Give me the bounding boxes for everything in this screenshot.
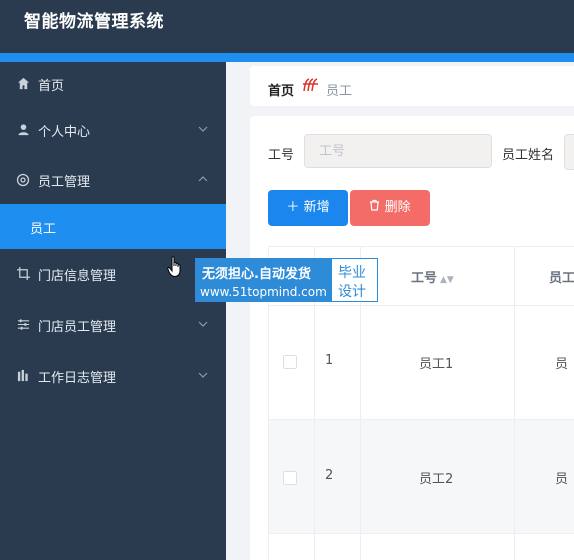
employee-no-input[interactable]: 工号 (304, 134, 492, 168)
accent-bar (0, 53, 574, 62)
add-button[interactable]: ＋ 新增 (268, 190, 348, 226)
table-row[interactable] (268, 534, 574, 560)
index-cell (315, 534, 361, 560)
row-index: 2 (325, 468, 334, 483)
sidebar-item-store-info[interactable]: 门店信息管理 (0, 252, 226, 298)
header-employee-name: 员工 (549, 271, 574, 286)
row-employee-name: 员 (555, 472, 569, 487)
delete-button[interactable]: 删除 (350, 190, 430, 226)
plus-icon: ＋ (286, 200, 300, 215)
sidebar-item-label: 员工 (30, 222, 57, 237)
select-cell (269, 420, 315, 533)
breadcrumb: 首页 员工 (250, 66, 574, 106)
breadcrumb-separator-icon (302, 78, 320, 96)
main-content: 首页 员工 工号 工号 员工姓名 ＋ 新增 删除 工号 ▲▼ 员工 1 员工1 … (226, 62, 574, 560)
sidebar-item-work-log[interactable]: 工作日志管理 (0, 354, 226, 400)
row-checkbox[interactable] (283, 471, 297, 485)
index-cell (315, 306, 361, 419)
watermark-slogan: 无须担心.自动发货 (202, 267, 311, 282)
sidebar-item-label: 首页 (38, 79, 65, 94)
delete-button-label: 删除 (384, 200, 411, 215)
settings-icon (16, 173, 30, 187)
header-employee-name-cell[interactable]: 员工 (515, 247, 574, 305)
add-button-label: 新增 (303, 200, 330, 215)
header-employee-no: 工号 ▲▼ (411, 271, 454, 286)
row-index: 1 (325, 353, 334, 368)
user-icon (16, 123, 30, 137)
sliders-icon (16, 318, 30, 332)
row-employee-name: 员 (555, 357, 569, 372)
sidebar-item-label: 个人中心 (38, 125, 91, 140)
top-header: 智能物流管理系统 (0, 0, 574, 53)
employee-list-card: 工号 工号 员工姓名 ＋ 新增 删除 工号 ▲▼ 员工 1 员工1 员 2 员工… (250, 116, 574, 560)
row-employee-no: 员工2 (419, 472, 454, 487)
sidebar-item-store-employee[interactable]: 门店员工管理 (0, 303, 226, 349)
hand-cursor-icon (167, 256, 181, 278)
sidebar-item-home[interactable]: 首页 (0, 62, 226, 108)
watermark-tag-2: 设计 (338, 284, 366, 300)
watermark-tag-1: 毕业 (338, 265, 366, 281)
select-cell (269, 306, 315, 419)
home-icon (16, 77, 30, 91)
app-title: 智能物流管理系统 (24, 12, 164, 32)
watermark-overlay: 无须担心.自动发货 www.51topmind.com 毕业 设计 (195, 258, 378, 302)
sidebar-item-label: 门店信息管理 (38, 269, 117, 284)
crop-icon (16, 267, 30, 281)
sidebar-item-label: 工作日志管理 (38, 371, 117, 386)
trash-icon (369, 199, 384, 215)
employee-name-input[interactable] (564, 134, 574, 170)
row-checkbox[interactable] (283, 355, 297, 369)
sidebar-item-label: 员工管理 (38, 175, 91, 190)
sidebar-item-employee-management[interactable]: 员工管理 (0, 158, 226, 204)
watermark-left: 无须担心.自动发货 www.51topmind.com (196, 259, 332, 301)
row-employee-no: 员工1 (419, 357, 454, 372)
chevron-down-icon (198, 122, 208, 135)
chevron-down-icon (198, 317, 208, 330)
employee-no-label: 工号 (268, 148, 295, 163)
breadcrumb-home[interactable]: 首页 (268, 80, 294, 99)
select-cell (269, 534, 315, 560)
table-row[interactable]: 2 员工2 员 (268, 420, 574, 534)
employee-name-label: 员工姓名 (502, 148, 555, 163)
bar-chart-icon (16, 369, 30, 383)
sidebar-item-employee[interactable]: 员工 (0, 204, 226, 249)
chevron-down-icon (198, 368, 208, 381)
breadcrumb-current: 员工 (326, 84, 353, 99)
chevron-up-icon (198, 172, 208, 185)
table-row[interactable]: 1 员工1 员 (268, 306, 574, 420)
sidebar-item-profile[interactable]: 个人中心 (0, 108, 226, 154)
sidebar: 首页 个人中心 员工管理 员工 门店信息管理 门店员工管理 工作日志管理 (0, 62, 226, 560)
watermark-url: www.51topmind.com (200, 285, 327, 299)
sidebar-item-label: 门店员工管理 (38, 320, 117, 335)
sort-icon: ▲▼ (440, 275, 454, 285)
header-employee-no-cell[interactable]: 工号 ▲▼ (361, 247, 515, 305)
index-cell (315, 420, 361, 533)
employee-no-cell (361, 534, 515, 560)
